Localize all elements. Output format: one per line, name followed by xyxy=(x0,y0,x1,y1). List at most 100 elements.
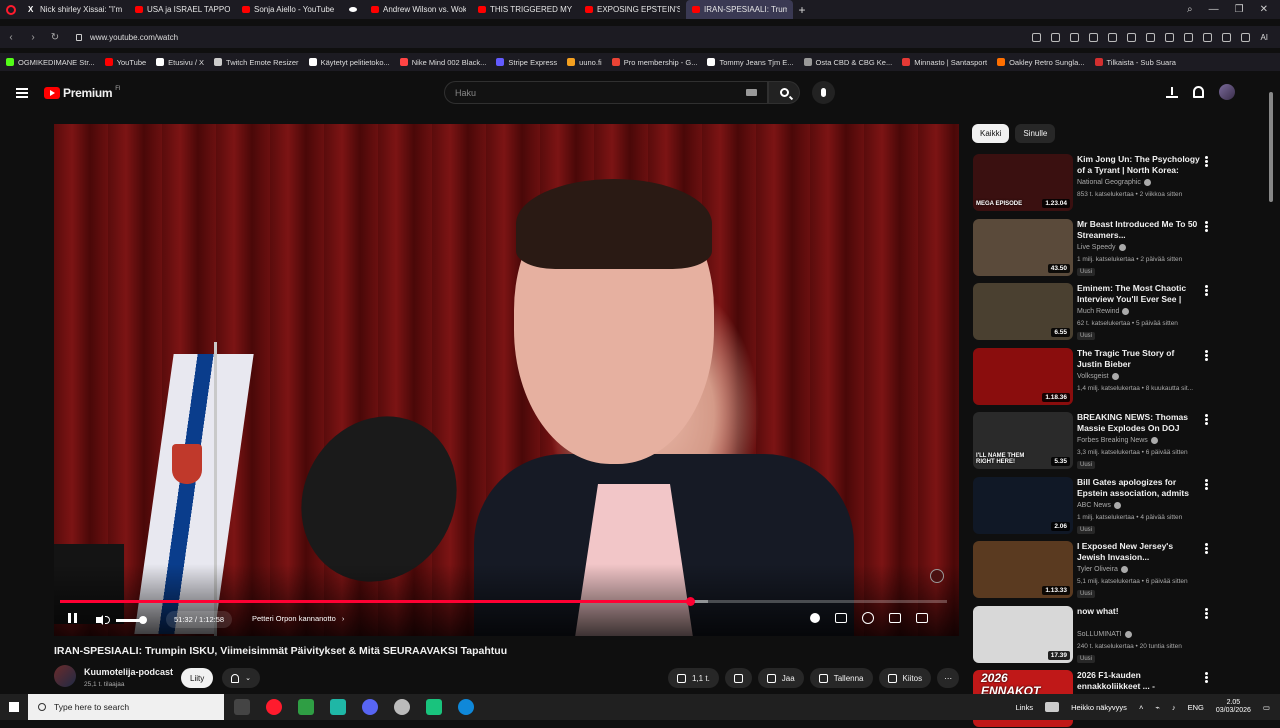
page-scrollbar[interactable] xyxy=(1268,84,1274,688)
recommendation-channel[interactable]: SoLLUMINATI xyxy=(1077,630,1132,638)
volume-handle[interactable] xyxy=(139,616,147,624)
play-icon[interactable] xyxy=(1108,32,1118,42)
minimize-icon[interactable]: — xyxy=(1209,4,1219,15)
recommendation-item[interactable]: MEGA EPISODE 1.23.04 Kim Jong Un: The Psyc… xyxy=(973,154,1263,212)
edge-icon[interactable] xyxy=(458,699,474,715)
recommendation-item[interactable]: 6.55 Eminem: The Most Chaotic Interview Y… xyxy=(973,283,1263,341)
subtitles-icon[interactable] xyxy=(835,613,847,623)
recommendation-title[interactable]: The Tragic True Story of Justin Bieber xyxy=(1077,348,1201,371)
recommendation-channel[interactable]: National Geographic xyxy=(1077,179,1151,186)
url-field[interactable]: www.youtube.com/watch xyxy=(76,33,178,42)
forward-icon[interactable]: › xyxy=(22,32,44,43)
keyboard-icon[interactable] xyxy=(746,89,757,96)
opera-taskbar-icon[interactable] xyxy=(266,699,282,715)
more-options-icon[interactable] xyxy=(1205,607,1208,619)
opera-logo-icon[interactable] xyxy=(0,0,22,19)
discord-icon[interactable] xyxy=(362,699,378,715)
more-options-icon[interactable] xyxy=(1205,672,1208,683)
hamburger-menu-icon[interactable] xyxy=(16,88,28,98)
browser-tab[interactable]: EXPOSING EPSTEIN'S ZOR xyxy=(579,0,686,19)
new-tab-button[interactable]: + xyxy=(793,3,811,17)
browser-tab[interactable]: Sonja Aiello - YouTube xyxy=(236,0,343,19)
share-button[interactable]: Jaa xyxy=(757,668,804,688)
camera-icon[interactable] xyxy=(1070,32,1080,42)
menu-icon[interactable] xyxy=(1165,32,1175,42)
video-thumbnail[interactable]: 2.06 xyxy=(973,476,1073,534)
weather-text[interactable]: Heikko näkyvyys xyxy=(1071,703,1127,712)
bookmark-item[interactable]: Etusivu / X xyxy=(156,58,204,67)
video-thumbnail[interactable]: 6.55 xyxy=(973,283,1073,340)
maximize-icon[interactable]: ❐ xyxy=(1235,4,1244,15)
search-input[interactable]: Haku xyxy=(444,81,768,104)
bookmark-item[interactable]: YouTube xyxy=(104,58,146,67)
more-options-icon[interactable] xyxy=(1205,285,1208,296)
close-window-icon[interactable]: ✕ xyxy=(1260,4,1268,15)
video-thumbnail[interactable]: I'LL NAME THEM RIGHT HERE! 5.35 xyxy=(973,412,1073,469)
recommendation-item[interactable]: 2.06 Bill Gates apologizes for Epstein as… xyxy=(973,476,1263,535)
bookmark-item[interactable]: Nike Mind 002 Black... xyxy=(399,58,486,67)
bookmark-item[interactable]: Minnasto | Santasport xyxy=(902,58,987,67)
reload-icon[interactable]: ↻ xyxy=(44,32,66,43)
account-avatar[interactable] xyxy=(1219,84,1235,100)
recommendation-item[interactable]: I'LL NAME THEM RIGHT HERE! 5.35 BREAKING N… xyxy=(973,412,1263,470)
bookmark-item[interactable]: Twitch Emote Resizer xyxy=(214,58,299,67)
video-thumbnail[interactable]: 17.39 xyxy=(973,605,1073,663)
channel-name[interactable]: Kuumotelija-podcast xyxy=(84,667,173,677)
autoplay-toggle[interactable] xyxy=(810,613,820,623)
bookmark-item[interactable]: Oakley Retro Sungla... xyxy=(997,58,1085,67)
dislike-button[interactable] xyxy=(724,668,752,688)
edit-icon[interactable] xyxy=(1051,32,1061,42)
miniplayer-icon[interactable] xyxy=(889,613,901,623)
speaker-tray-icon[interactable]: ♪ xyxy=(1172,703,1176,712)
back-icon[interactable]: ‹ xyxy=(0,32,22,43)
app-icon[interactable] xyxy=(394,699,410,715)
chip-all[interactable]: Kaikki xyxy=(972,124,1010,143)
more-options-icon[interactable] xyxy=(1205,156,1208,167)
upload-icon[interactable] xyxy=(1166,86,1178,98)
more-options-icon[interactable] xyxy=(1205,414,1208,425)
more-options-icon[interactable] xyxy=(1205,349,1208,361)
recommendation-channel[interactable]: Much Rewind xyxy=(1077,308,1130,315)
progress-bar[interactable] xyxy=(60,597,947,606)
browser-tab[interactable]: X Nick shirley Xissai: "I'm fr xyxy=(22,0,129,19)
video-thumbnail[interactable]: 1.18.36 xyxy=(973,347,1073,405)
search-tabs-icon[interactable]: ⌕ xyxy=(1187,4,1193,15)
taskbar-search-input[interactable]: Type here to search xyxy=(28,694,224,720)
extension-icon[interactable] xyxy=(1203,32,1213,42)
profile-icon[interactable] xyxy=(1184,32,1194,42)
notifications-bell-icon[interactable] xyxy=(1193,86,1204,98)
browser-tab[interactable]: THIS TRIGGERED MY BIGG xyxy=(472,0,579,19)
bookmark-item[interactable]: Tilkaista - Sub Suara xyxy=(1094,58,1176,67)
play-app-icon[interactable] xyxy=(426,699,442,715)
video-thumbnail[interactable]: 1.13.33 xyxy=(973,541,1073,598)
channel-avatar[interactable] xyxy=(54,665,76,687)
weather-icon[interactable] xyxy=(1045,702,1060,712)
recommendation-channel[interactable]: Tyler Oliveira xyxy=(1077,566,1128,573)
recommendation-channel[interactable]: ABC News xyxy=(1077,501,1121,509)
recommendation-title[interactable]: Eminem: The Most Chaotic Interview You'l… xyxy=(1077,283,1201,307)
chip-for-you[interactable]: Sinulle xyxy=(1015,124,1056,143)
more-options-icon[interactable] xyxy=(1205,220,1208,232)
clock[interactable]: 2.05 03/03/2026 xyxy=(1216,699,1251,716)
thanks-button[interactable]: Kiitos xyxy=(878,668,932,688)
more-actions-button[interactable]: ⋯ xyxy=(937,668,960,688)
download-icon[interactable] xyxy=(1146,32,1156,42)
bookmark-item[interactable]: Käytetyt pelitietoko... xyxy=(308,58,390,67)
channel-watermark[interactable] xyxy=(930,569,944,583)
settings-gear-icon[interactable] xyxy=(862,612,874,624)
bookmark-item[interactable]: Pro membership - G... xyxy=(611,58,697,67)
recommendation-item[interactable]: 1.18.36 The Tragic True Story of Justin B… xyxy=(973,347,1263,406)
recommendation-item[interactable]: 1.13.33 I Exposed New Jersey's Jewish Inv… xyxy=(973,541,1263,599)
recommendation-title[interactable]: Kim Jong Un: The Psychology of a Tyrant … xyxy=(1077,154,1201,178)
video-thumbnail[interactable]: 43.50 xyxy=(973,218,1073,276)
bookmark-item[interactable]: Stripe Express xyxy=(496,58,557,67)
scrubber-handle[interactable] xyxy=(685,597,695,606)
bookmark-item[interactable]: OGMIKEDIMANE Str... xyxy=(6,58,95,67)
recommendation-title[interactable]: I Exposed New Jersey's Jewish Invasion..… xyxy=(1077,541,1201,564)
cube-icon[interactable] xyxy=(1222,32,1232,42)
search-icon[interactable] xyxy=(1032,32,1042,42)
pause-button[interactable] xyxy=(68,613,77,623)
heart-icon[interactable] xyxy=(1127,32,1137,42)
recommendation-title[interactable]: BREAKING NEWS: Thomas Massie Explodes On… xyxy=(1077,412,1201,436)
scrollbar-thumb[interactable] xyxy=(1269,92,1273,202)
